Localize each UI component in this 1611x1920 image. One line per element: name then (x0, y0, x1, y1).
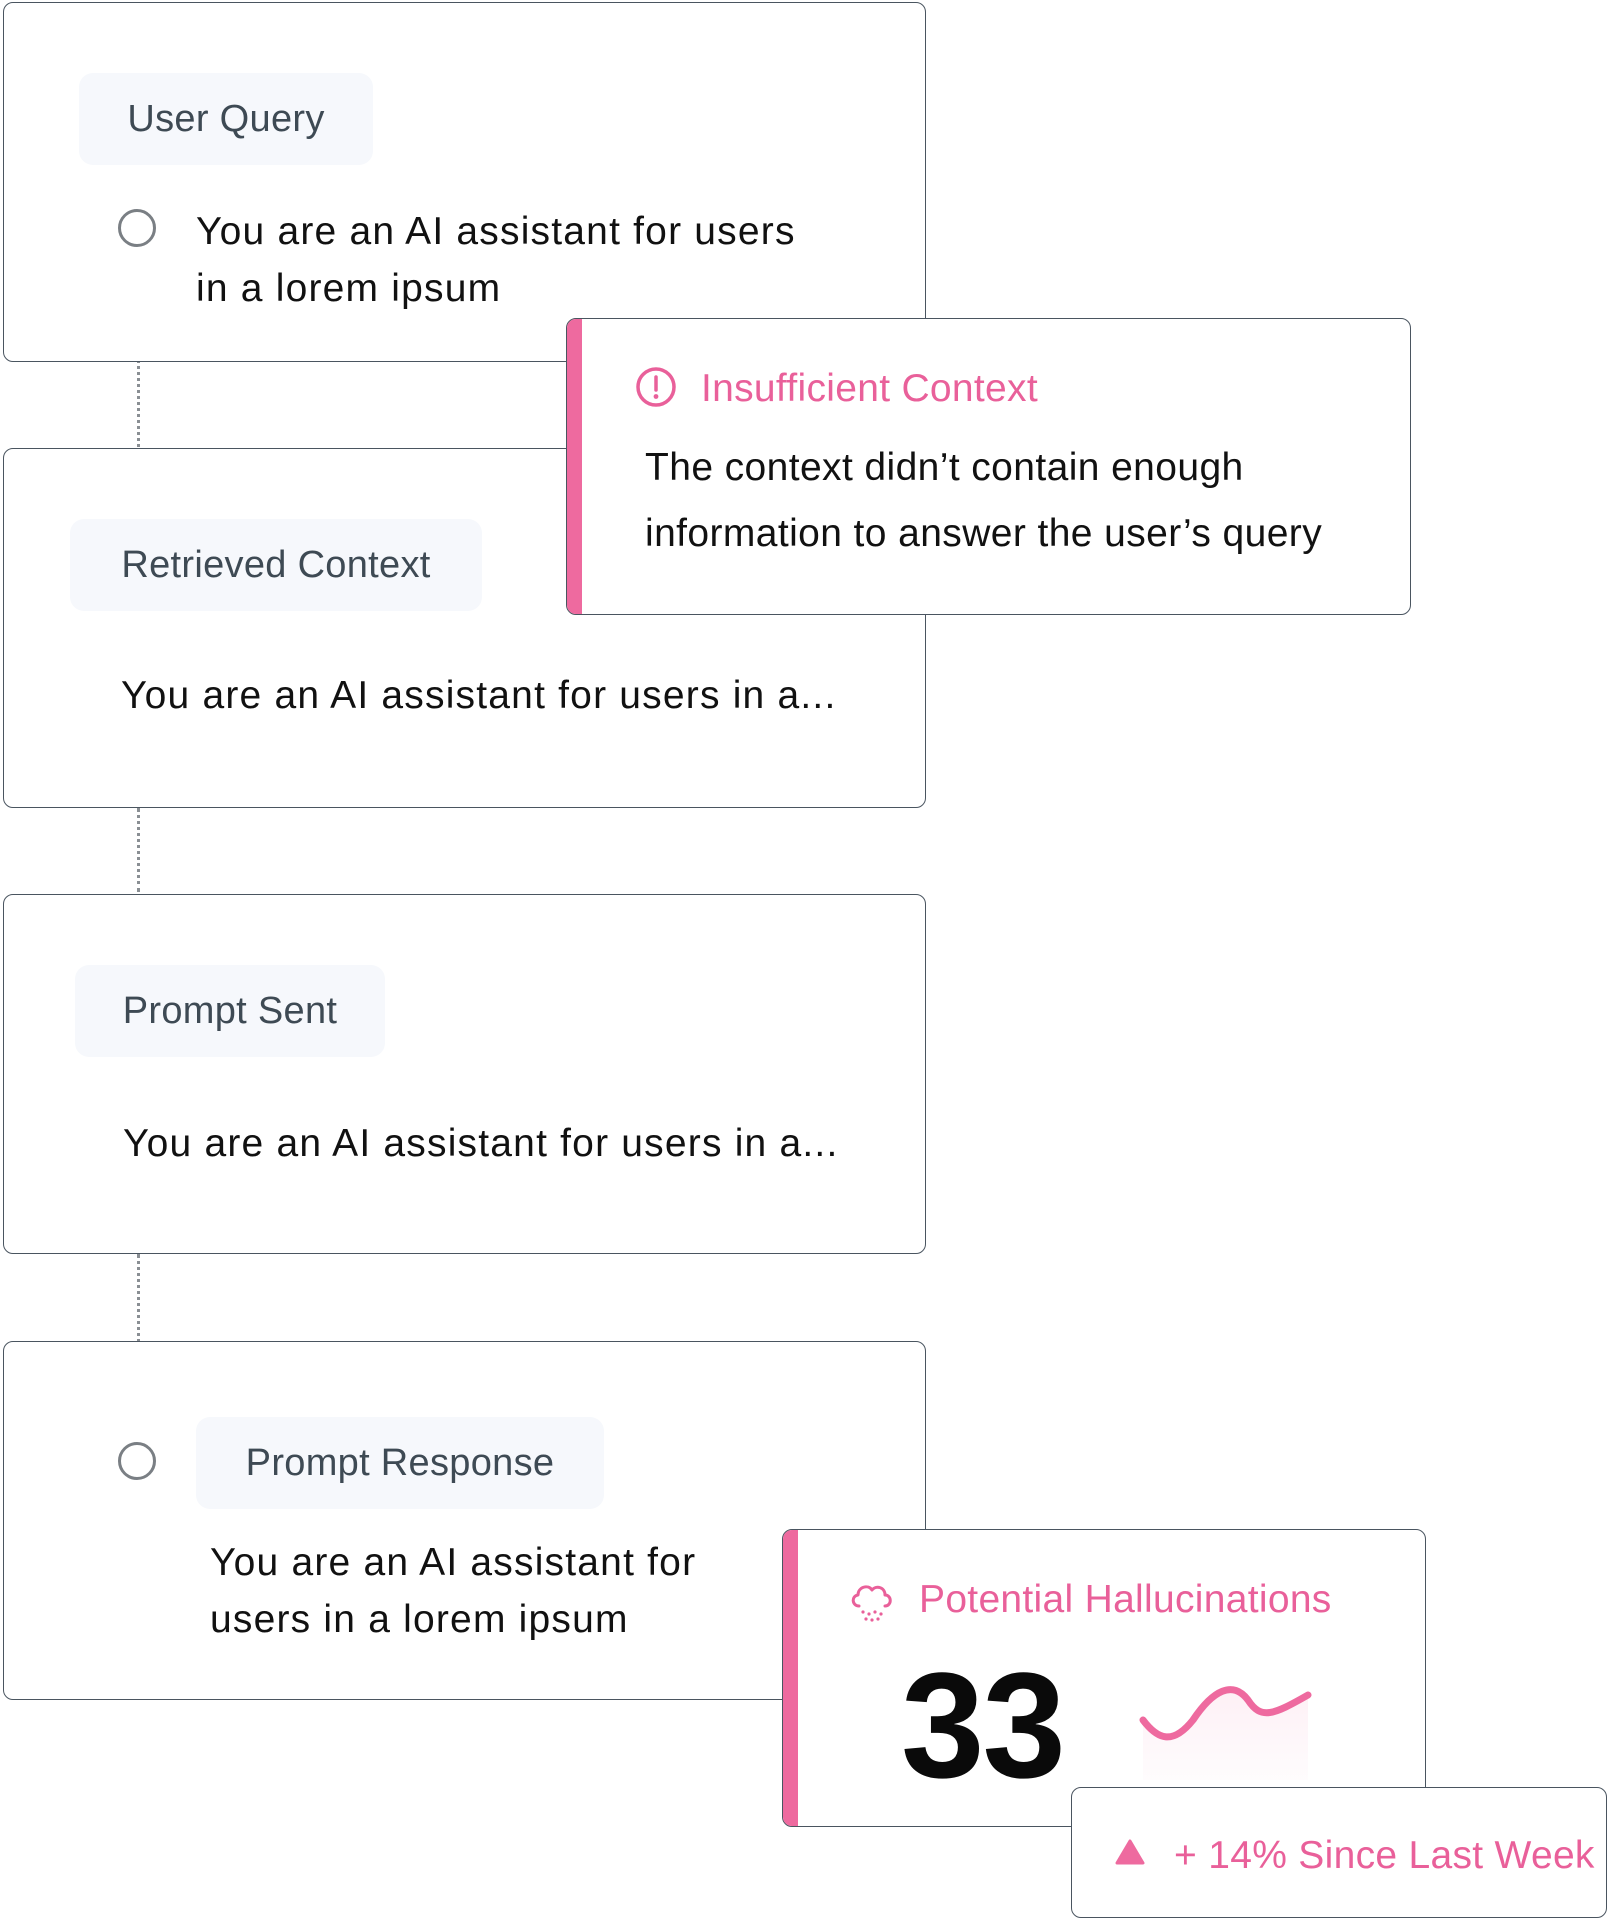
timeline-node-end (118, 1442, 156, 1480)
insufficient-context-body: The context didn’t contain enough inform… (645, 435, 1405, 567)
user-query-label: User Query (79, 73, 373, 165)
user-query-line-1: You are an AI assistant for users (196, 210, 796, 253)
trend-text: + 14% Since Last Week (1174, 1834, 1595, 1877)
insufficient-context-line-1: The context didn’t contain enough (645, 446, 1244, 489)
trend-sparkline (1139, 1686, 1312, 1780)
pipeline-canvas: User Query You are an AI assistant for u… (0, 0, 1611, 1920)
trend-badge: + 14% Since Last Week (1071, 1787, 1607, 1918)
triangle-up-icon (1115, 1839, 1145, 1865)
insufficient-context-title: Insufficient Context (701, 367, 1038, 410)
user-query-line-2: in a lorem ipsum (196, 267, 502, 310)
retrieved-context-text: You are an AI assistant for users in a..… (121, 674, 837, 717)
user-query-card[interactable]: User Query You are an AI assistant for u… (3, 2, 926, 362)
prompt-sent-label: Prompt Sent (75, 965, 385, 1057)
insufficient-context-alert[interactable]: Insufficient Context The context didn’t … (566, 318, 1411, 615)
cloud-icon (851, 1585, 892, 1622)
prompt-sent-card[interactable]: Prompt Sent You are an AI assistant for … (3, 894, 926, 1254)
insufficient-context-line-2: information to answer the user’s query (645, 512, 1323, 555)
prompt-sent-text: You are an AI assistant for users in a..… (123, 1122, 839, 1165)
metric-accent-bar (783, 1530, 798, 1826)
hallucinations-card[interactable]: Potential Hallucinations 33 (782, 1529, 1426, 1827)
timeline-node-start (118, 209, 156, 247)
connector-line (137, 808, 140, 892)
prompt-response-line-2: users in a lorem ipsum (210, 1598, 629, 1641)
user-query-text: You are an AI assistant for users in a l… (196, 203, 896, 317)
alert-accent-bar (567, 319, 582, 614)
retrieved-context-label: Retrieved Context (70, 519, 482, 611)
prompt-response-text: You are an AI assistant for users in a l… (210, 1534, 770, 1648)
hallucinations-count: 33 (901, 1641, 1066, 1809)
prompt-response-label: Prompt Response (196, 1417, 604, 1509)
prompt-response-line-1: You are an AI assistant for (210, 1541, 697, 1584)
alert-circle-icon (636, 367, 676, 407)
hallucinations-title: Potential Hallucinations (919, 1578, 1332, 1621)
